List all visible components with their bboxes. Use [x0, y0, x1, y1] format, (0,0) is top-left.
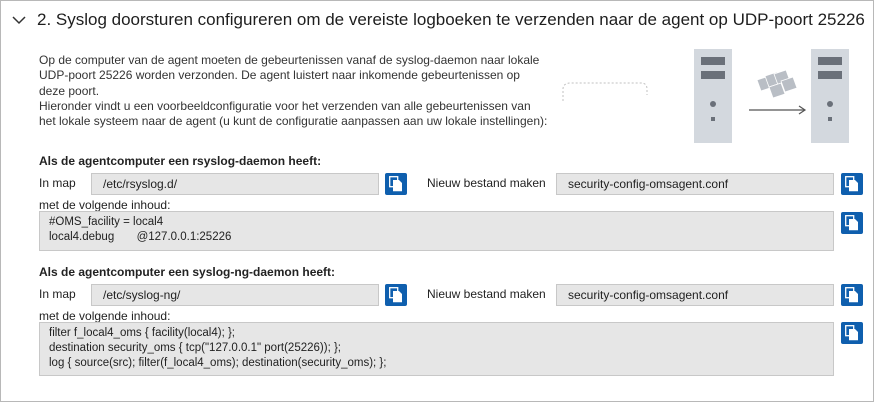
rsyslog-file-field[interactable]: security-config-omsagent.conf: [556, 173, 834, 195]
syslog-forwarding-illustration: [562, 49, 849, 143]
content-label: met de volgende inhoud:: [39, 198, 171, 212]
copy-icon: [389, 287, 402, 303]
folder-label: In map: [39, 176, 76, 190]
copy-folder-button[interactable]: [385, 173, 407, 195]
syslogng-content-field[interactable]: filter f_local4_oms { facility(local4); …: [39, 322, 834, 376]
log-documents-icon: [756, 69, 798, 99]
description-paragraph: Hieronder vindt u een voorbeeldconfigura…: [39, 98, 548, 129]
syslogng-folder-field[interactable]: /etc/syslog-ng/: [91, 284, 379, 306]
copy-content-button[interactable]: [841, 322, 863, 344]
server-icon: [811, 49, 849, 143]
copy-filename-button[interactable]: [841, 284, 863, 306]
copy-folder-button[interactable]: [385, 284, 407, 306]
dotted-connector: [562, 82, 648, 101]
copy-filename-button[interactable]: [841, 173, 863, 195]
copy-icon: [845, 325, 858, 341]
section-header[interactable]: 2. Syslog doorsturen configureren om de …: [11, 8, 865, 32]
chevron-down-icon[interactable]: [11, 12, 27, 28]
description: Op de computer van de agent moeten de ge…: [39, 53, 549, 129]
arrow-right-icon: [749, 105, 807, 115]
content-label: met de volgende inhoud:: [39, 309, 171, 323]
syslogng-heading: Als de agentcomputer een syslog-ng-daemo…: [39, 265, 336, 279]
syslog-config-panel: 2. Syslog doorsturen configureren om de …: [0, 0, 874, 402]
server-icon: [694, 49, 732, 143]
copy-icon: [845, 215, 858, 231]
folder-label: In map: [39, 287, 76, 301]
copy-content-button[interactable]: [841, 212, 863, 234]
new-file-label: Nieuw bestand maken: [427, 176, 546, 190]
rsyslog-content-field[interactable]: #OMS_facility = local4 local4.debug @127…: [39, 211, 834, 251]
rsyslog-folder-field[interactable]: /etc/rsyslog.d/: [91, 173, 379, 195]
rsyslog-heading: Als de agentcomputer een rsyslog-daemon …: [39, 154, 322, 168]
description-paragraph: Op de computer van de agent moeten de ge…: [39, 53, 540, 98]
section-title: 2. Syslog doorsturen configureren om de …: [37, 10, 865, 29]
copy-icon: [389, 176, 402, 192]
copy-icon: [845, 287, 858, 303]
syslogng-file-field[interactable]: security-config-omsagent.conf: [556, 284, 834, 306]
copy-icon: [845, 176, 858, 192]
new-file-label: Nieuw bestand maken: [427, 287, 546, 301]
